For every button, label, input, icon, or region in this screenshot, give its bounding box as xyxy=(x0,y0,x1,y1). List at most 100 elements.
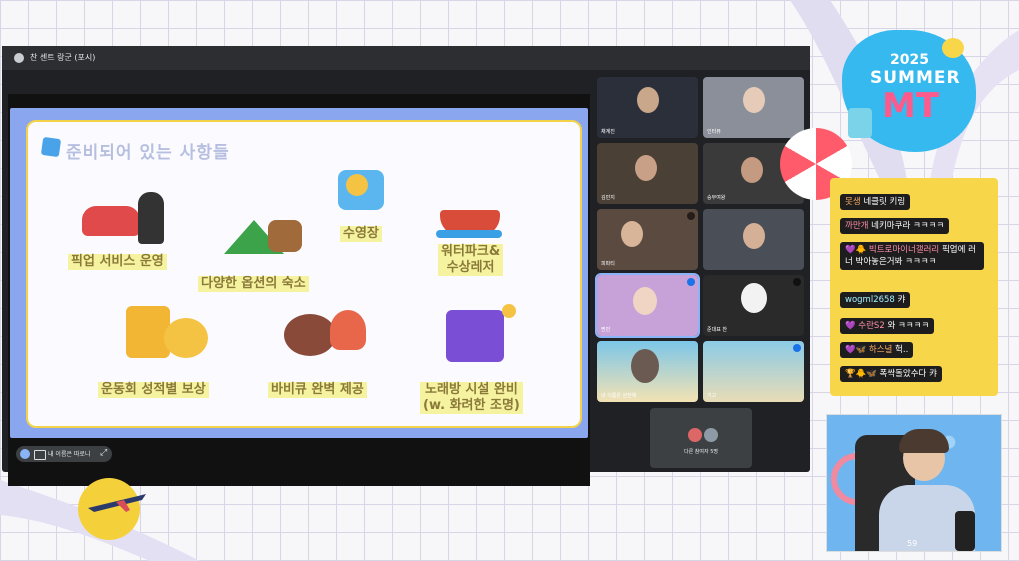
chat-badges: 💜🐥 xyxy=(845,245,869,255)
streamer-webcam: 59 xyxy=(826,414,1002,552)
webcam-counter: 59 xyxy=(907,539,918,548)
chat-user: 빅트로마이너갤러리 xyxy=(868,245,940,255)
avatar xyxy=(688,428,702,442)
meeting-window: 찬 센트 랑군 (포시) 준비되어 있는 사항들 픽업 서비스 운영 다양한 옵… xyxy=(2,46,810,486)
music-notes-icon xyxy=(446,310,504,362)
participant-name: 피파티 xyxy=(601,261,615,267)
speaking-icon xyxy=(793,344,801,352)
slide-item-label: 다양한 옵션의 숙소 xyxy=(198,276,309,292)
participant-name: 채계진 xyxy=(601,129,615,135)
avatar xyxy=(704,428,718,442)
presenter-name: 내 이름은 따로니 xyxy=(48,451,91,458)
participant-avatar xyxy=(631,349,659,383)
slide-item-label: 수영장 xyxy=(340,226,382,242)
chat-user: 수란S2 xyxy=(858,321,885,331)
meeting-title-bar: 찬 센트 랑군 (포시) xyxy=(2,46,810,70)
sunglasses-face-icon xyxy=(164,318,208,358)
muted-mic-icon xyxy=(687,212,695,220)
muted-mic-icon xyxy=(793,278,801,286)
participant-face xyxy=(743,87,765,113)
participant-video xyxy=(703,341,804,402)
streamer-hair xyxy=(899,429,949,453)
participant-face xyxy=(621,221,643,247)
chat-text: 헉.. xyxy=(895,345,909,355)
chat-user: 못생 xyxy=(845,197,861,207)
slide-item-label: 바비큐 완벽 제공 xyxy=(268,382,367,398)
chat-text: 폭싹돌았수다 캬 xyxy=(879,369,937,379)
chat-panel: 못생 네클릿 키링 까만개 네키마쿠라 ㅋㅋㅋㅋ 💜🐥 빅트로마이너갤러리 픽업… xyxy=(830,178,998,396)
logo-line1: SUMMER xyxy=(870,68,961,88)
chat-message: 💜🐥 빅트로마이너갤러리 픽업에 러너 박아놓은거봐 ㅋㅋㅋㅋ xyxy=(840,242,984,270)
cube-icon xyxy=(40,136,62,158)
chat-badges: 🏆🐥🦋 xyxy=(845,369,880,379)
chat-user: 하스녈 xyxy=(868,345,893,355)
person-icon xyxy=(138,192,164,244)
microphone-icon xyxy=(20,449,30,459)
participant-tile[interactable] xyxy=(703,209,804,270)
participant-face xyxy=(635,155,657,181)
slide-item-label: 운동회 성적별 보상 xyxy=(98,382,209,398)
participant-name: 준대표 찬 xyxy=(707,327,727,333)
participant-tile[interactable]: 준대표 찬 xyxy=(703,275,804,336)
swimmer-head-icon xyxy=(346,174,368,196)
logo-line2: MT xyxy=(882,86,940,126)
chat-text: 네클릿 키링 xyxy=(863,197,906,207)
participant-face xyxy=(637,87,659,113)
meat-icon xyxy=(284,314,336,356)
participant-tile[interactable]: 채계진 xyxy=(597,77,698,138)
duck-icon xyxy=(942,38,964,58)
car-icon xyxy=(82,206,140,236)
microphone-icon xyxy=(955,511,975,551)
presenter-chip[interactable]: 내 이름은 따로니 ⤢ xyxy=(16,446,112,462)
chat-text: 네키마쿠라 ㅋㅋㅋㅋ xyxy=(871,221,945,231)
slide: 준비되어 있는 사항들 픽업 서비스 운영 다양한 옵션의 숙소 수영장 워터파… xyxy=(10,108,588,438)
slide-item-label: 노래방 시설 완비 (w. 화려한 조명) xyxy=(420,382,523,414)
chat-badges: 💜🦋 xyxy=(845,345,869,355)
meeting-title: 찬 센트 랑군 (포시) xyxy=(30,53,96,62)
participant-tile[interactable]: 내 이름은 완전체 xyxy=(597,341,698,402)
chat-badges: 💜 xyxy=(845,321,859,331)
participant-tile[interactable]: 피파티 xyxy=(597,209,698,270)
wave-icon xyxy=(436,230,502,238)
chat-message: 🏆🐥🦋 폭싹돌았수다 캬 xyxy=(840,366,942,382)
chat-user: 까만개 xyxy=(845,221,869,231)
slide-card: 준비되어 있는 사항들 픽업 서비스 운영 다양한 옵션의 숙소 수영장 워터파… xyxy=(26,120,582,428)
slide-item-label: 워터파크& 수상레저 xyxy=(438,244,504,276)
participant-tile-active[interactable]: 찐빈 xyxy=(595,273,700,338)
participant-face xyxy=(741,157,763,183)
summer-mt-logo: 2025 SUMMER MT xyxy=(830,20,990,160)
user-icon xyxy=(14,53,24,63)
chat-user: wogml2658 xyxy=(845,295,895,305)
airplane-icon xyxy=(88,494,146,512)
shrimp-icon xyxy=(330,310,366,350)
camera-icon xyxy=(34,450,46,460)
chat-text: 와 ㅋㅋㅋㅋ xyxy=(887,321,930,331)
other-participants-tile[interactable]: 다른 참여자 5명 xyxy=(650,408,752,468)
participant-tile[interactable]: 인터뷰 xyxy=(703,77,804,138)
slide-item-label: 픽업 서비스 운영 xyxy=(68,254,167,270)
chat-text: 캬 xyxy=(897,295,906,305)
suitcase-icon xyxy=(848,108,872,138)
participant-tile[interactable]: 김민지 xyxy=(597,143,698,204)
gift-box-icon xyxy=(126,306,170,358)
speaking-icon xyxy=(687,278,695,286)
chat-message: 💜 수란S2 와 ㅋㅋㅋㅋ xyxy=(840,318,935,334)
participant-name: 인터뷰 xyxy=(707,129,721,135)
chat-message: 까만개 네키마쿠라 ㅋㅋㅋㅋ xyxy=(840,218,950,234)
other-participants-label: 다른 참여자 5명 xyxy=(684,449,718,455)
slide-title: 준비되어 있는 사항들 xyxy=(66,143,230,163)
chat-message: 못생 네클릿 키링 xyxy=(840,194,911,210)
chat-message: wogml2658 캬 xyxy=(840,292,911,308)
participant-name: 찐빈 xyxy=(601,327,611,333)
participant-name: 내 이름은 완전체 xyxy=(601,393,637,399)
participant-name: 승부여왕 xyxy=(707,195,726,201)
hut-icon xyxy=(268,220,302,252)
chat-message: 💜🦋 하스녈 헉.. xyxy=(840,342,914,358)
logo-year: 2025 xyxy=(890,52,929,68)
participant-tile[interactable]: 기고 xyxy=(703,341,804,402)
participant-name: 김민지 xyxy=(601,195,615,201)
participant-face xyxy=(633,287,657,315)
participant-face xyxy=(743,223,765,249)
participant-name: 기고 xyxy=(707,393,717,399)
expand-icon[interactable]: ⤢ xyxy=(100,448,107,458)
